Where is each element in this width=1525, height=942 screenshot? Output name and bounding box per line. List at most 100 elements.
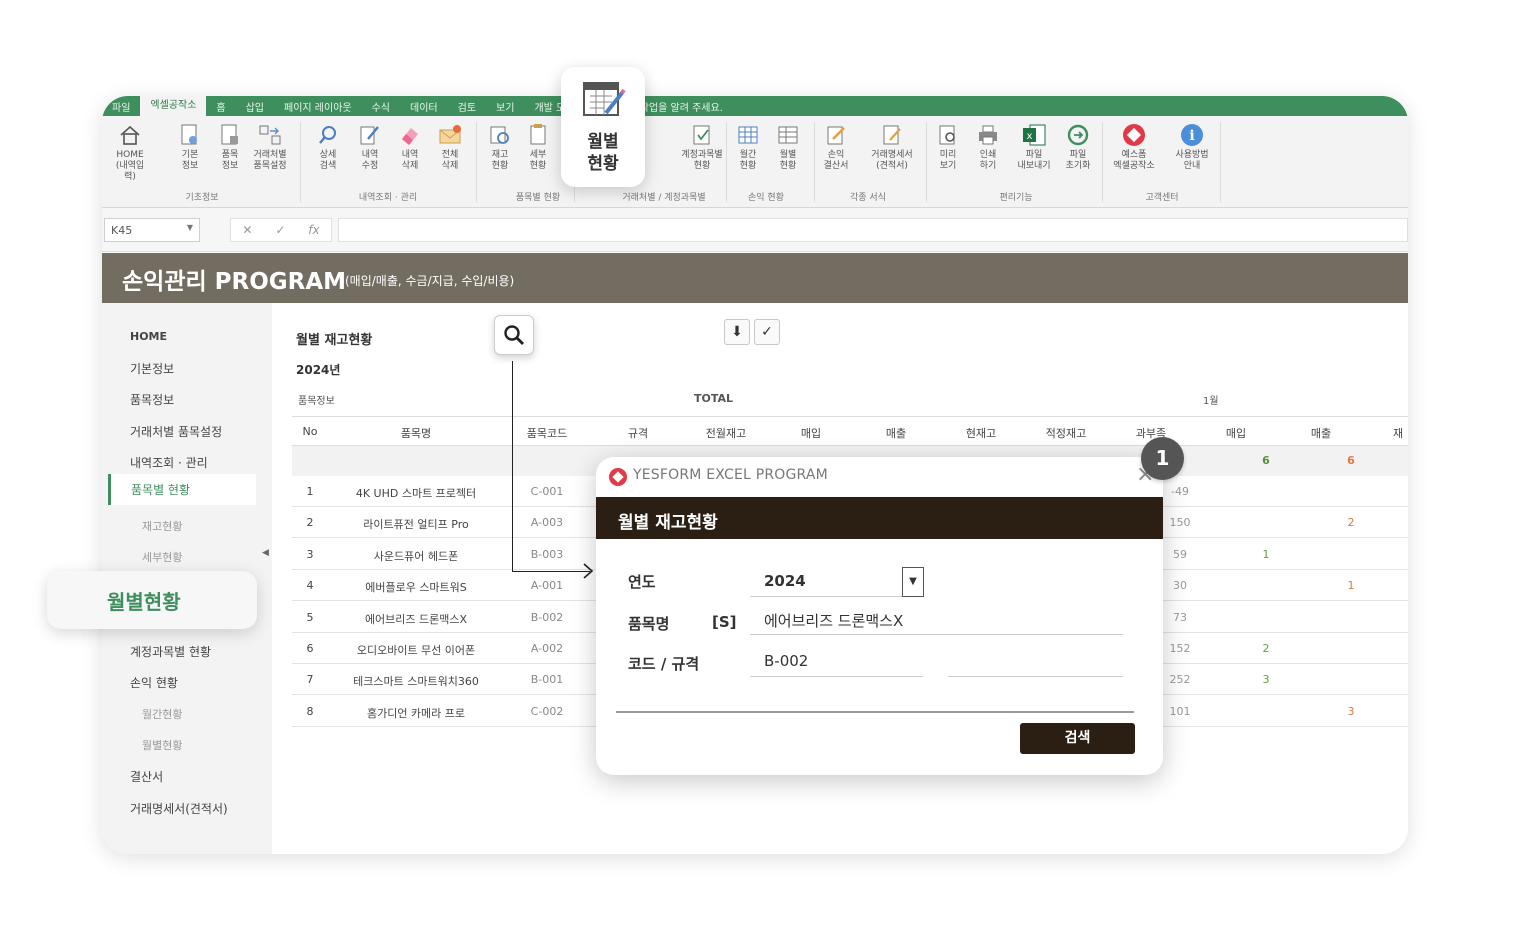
sidebar-item-item-status[interactable]: 품목별 현황 (108, 474, 256, 505)
year-select-value: 2024 (764, 572, 806, 590)
download-button[interactable]: ⬇ (724, 319, 750, 345)
tab-data[interactable]: 데이터 (400, 99, 448, 114)
chevron-down-icon[interactable]: ▼ (902, 567, 924, 597)
table-header: No 품목명 품목코드 규격 전월재고 매입 매출 현재고 적정재고 과부족 매… (292, 416, 1408, 446)
ribbon-btn-invoice[interactable]: 거래명세서 (견적서) (866, 122, 918, 172)
excel-icon: x (1021, 122, 1047, 148)
print-icon (975, 122, 1001, 148)
report-icon (823, 122, 849, 148)
app-title-band: 손익관리 PROGRAM (매입/매출, 수금/지급, 수입/비용) (102, 253, 1408, 303)
ribbon-btn-stock-status[interactable]: 재고 현황 (482, 122, 518, 172)
code-input[interactable]: B-002 (750, 647, 923, 677)
tab-excel-workshop[interactable]: 엑셀공작소 (140, 96, 207, 116)
ribbon-btn-help[interactable]: i 사용방법 안내 (1168, 122, 1216, 172)
tab-home[interactable]: 홈 (206, 99, 235, 114)
search-button[interactable]: 검색 (1020, 723, 1135, 754)
code-spec-label: 코드 / 규격 (628, 655, 700, 673)
invoice-icon (879, 122, 905, 148)
calendar-grid-icon (735, 122, 761, 148)
fx-icon[interactable]: fx (308, 223, 319, 237)
year-select[interactable]: 2024 ▼ (750, 567, 924, 597)
cell-code: B-003 (530, 547, 564, 561)
formula-controls: ✕ ✓ fx (230, 218, 332, 242)
ribbon-btn-basic-info[interactable]: 기본 정보 (172, 122, 208, 172)
ribbon-separator (726, 122, 727, 202)
ribbon-btn-print[interactable]: 인쇄 하기 (970, 122, 1006, 172)
cell-buy: 1 (1262, 547, 1270, 561)
download-icon: ⬇ (731, 324, 743, 340)
cell-name: 사운드퓨어 헤드폰 (373, 549, 459, 563)
group-forms: 각종 서식 (850, 193, 886, 203)
preview-icon (935, 122, 961, 148)
ribbon-btn-home[interactable]: HOME (내역입력) (112, 122, 148, 183)
cell-no: 5 (306, 610, 314, 624)
tab-formulas[interactable]: 수식 (362, 99, 400, 114)
sidebar-item-client-items[interactable]: 거래처별 품목설정 (130, 423, 222, 440)
calendar-edit-icon (583, 82, 626, 116)
sidebar-item-monthly-range[interactable]: 월간현황 (142, 706, 182, 722)
ribbon-btn-delete-all[interactable]: 전체 삭제 (432, 122, 468, 172)
screenshot-stage: 파일 엑셀공작소 홈 삽입 페이지 레이아웃 수식 데이터 검토 보기 개발 도… (0, 0, 1525, 942)
collapse-arrow-icon[interactable]: ◀ (262, 548, 269, 558)
cell-lack: -49 (1171, 485, 1189, 498)
formula-input[interactable] (338, 218, 1408, 242)
sidebar-item-item-info[interactable]: 품목정보 (130, 391, 174, 408)
ribbon-btn-monthly-range[interactable]: 월간 현황 (730, 122, 766, 172)
info-doc-icon (177, 122, 203, 148)
ribbon-btn-delete-entry[interactable]: 내역 삭제 (392, 122, 428, 172)
ribbon-btn-item-info[interactable]: 품목 정보 (212, 122, 248, 172)
total-sell: 6 (1347, 454, 1355, 467)
ribbon-separator (814, 122, 815, 202)
sidebar-item-detail[interactable]: 세부현황 (142, 549, 182, 565)
tab-view[interactable]: 보기 (486, 99, 524, 114)
sidebar-item-settlement[interactable]: 결산서 (130, 768, 163, 785)
ribbon-separator (476, 122, 477, 202)
tab-file[interactable]: 파일 (102, 99, 140, 114)
tab-page-layout[interactable]: 페이지 레이아웃 (274, 99, 362, 114)
ribbon-btn-account-status[interactable]: 계정과목별 현황 (672, 122, 732, 172)
header-month-stock: 재 (1392, 427, 1404, 440)
sidebar-item-basic-info[interactable]: 기본정보 (130, 360, 174, 377)
item-name-tag: [S] (712, 613, 737, 631)
name-box[interactable]: K45 ▼ (104, 218, 200, 242)
ribbon-btn-yesform[interactable]: 예스폼 엑셀공작소 (1108, 122, 1160, 172)
sidebar-item-invoice[interactable]: 거래명세서(견적서) (130, 800, 228, 817)
sidebar-item-entry-manage[interactable]: 내역조회 · 관리 (130, 454, 208, 471)
ribbon-tab-bar: 파일 엑셀공작소 홈 삽입 페이지 레이아웃 수식 데이터 검토 보기 개발 도… (102, 96, 1408, 116)
header-proper-stock: 적정재고 (1045, 427, 1087, 440)
ribbon-btn-pl-report[interactable]: 손익 결산서 (818, 122, 854, 172)
cell-no: 4 (306, 579, 314, 593)
ribbon-btn-export[interactable]: x 파일 내보내기 (1014, 122, 1054, 172)
ribbon-btn-edit-entry[interactable]: 내역 수정 (352, 122, 388, 172)
sidebar-item-account[interactable]: 계정과목별 현황 (130, 643, 211, 660)
sheet-search-button[interactable] (494, 315, 534, 355)
check-icon[interactable]: ✓ (275, 223, 285, 237)
confirm-button[interactable]: ✓ (754, 319, 780, 345)
ribbon-btn-reset[interactable]: 파일 초기화 (1060, 122, 1096, 172)
spec-input[interactable] (948, 647, 1123, 677)
sidebar-item-pl-status[interactable]: 손익 현황 (130, 674, 178, 691)
detail-icon (525, 122, 551, 148)
ribbon-btn-monthly-status[interactable]: 월별 현황 (770, 122, 806, 172)
ribbon-btn-detail-status[interactable]: 세부 현황 (520, 122, 556, 172)
tab-insert[interactable]: 삽입 (236, 99, 274, 114)
ribbon-btn-client-items[interactable]: 거래처별 품목설정 (252, 122, 288, 172)
cell-no: 8 (306, 704, 314, 718)
svg-text:i: i (1189, 128, 1194, 144)
ribbon-btn-detail-search[interactable]: 상세 검색 (310, 122, 346, 172)
sidebar-item-home[interactable]: HOME (130, 330, 167, 343)
eraser-icon (397, 122, 423, 148)
app-title: 손익관리 PROGRAM (122, 269, 347, 295)
ribbon-btn-preview[interactable]: 미리 보기 (930, 122, 966, 172)
sidebar-item-stock[interactable]: 재고현황 (142, 518, 182, 534)
tab-review[interactable]: 검토 (448, 99, 486, 114)
cell-code: A-002 (530, 642, 564, 655)
cell-buy: 2 (1262, 642, 1270, 655)
cell-code: C-002 (530, 704, 564, 718)
item-name-input[interactable]: 에어브리즈 드론맥스X (750, 605, 1123, 635)
cell-name: 에어브리즈 드론맥스X (364, 612, 468, 626)
cancel-icon[interactable]: ✕ (242, 223, 252, 237)
sidebar-item-monthly[interactable]: 월별현황 (142, 737, 182, 753)
name-box-value: K45 (111, 224, 133, 237)
total-buy: 6 (1262, 454, 1270, 467)
